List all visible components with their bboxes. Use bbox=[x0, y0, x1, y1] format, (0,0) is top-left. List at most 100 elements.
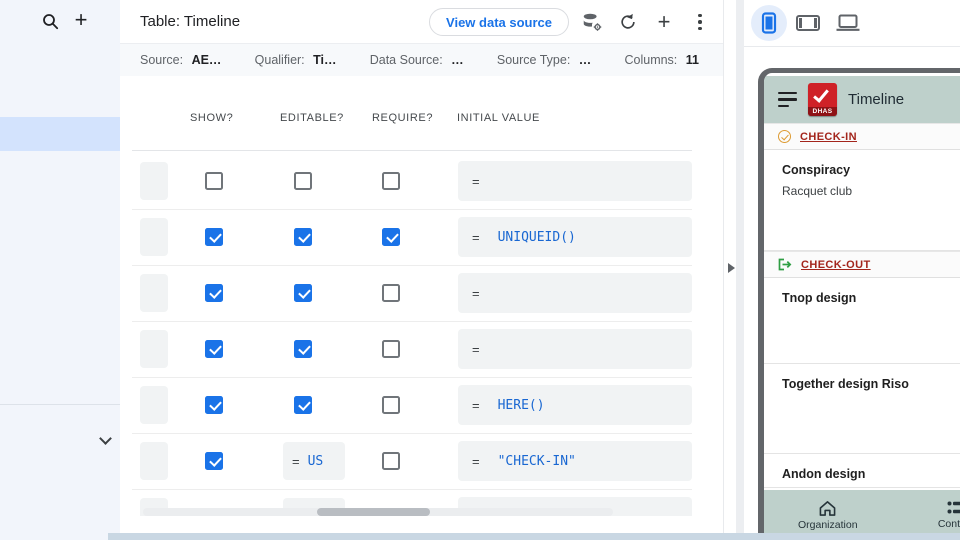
editable-formula-field[interactable]: = US bbox=[283, 442, 345, 480]
list-item-title: Conspiracy bbox=[782, 163, 851, 177]
table-row: = US = "CHECK-IN" bbox=[120, 439, 723, 483]
section-label: CHECK-OUT bbox=[801, 258, 871, 271]
table-row: = UNIQUEID() bbox=[120, 215, 723, 259]
toolbar: View data source + bbox=[429, 0, 713, 44]
logo-text: DHAS bbox=[808, 107, 837, 116]
row-drag-handle[interactable] bbox=[140, 162, 168, 200]
scrollbar-thumb[interactable] bbox=[317, 508, 430, 516]
column-header-editable: EDITABLE? bbox=[280, 112, 344, 124]
list-item-title: Together design Riso bbox=[782, 377, 909, 391]
show-checkbox[interactable] bbox=[205, 396, 223, 414]
require-checkbox[interactable] bbox=[382, 284, 400, 302]
column-header-initialvalue: INITIAL VALUE bbox=[457, 112, 540, 124]
initial-value-field[interactable]: = bbox=[458, 273, 692, 313]
nav-item-contact[interactable]: Contact bbox=[938, 500, 960, 530]
row-divider bbox=[132, 209, 692, 210]
list-item-title: Tnop design bbox=[782, 291, 857, 305]
show-checkbox[interactable] bbox=[205, 172, 223, 190]
editable-checkbox[interactable] bbox=[294, 396, 312, 414]
list-item[interactable]: Andon design bbox=[764, 454, 960, 488]
initial-value-field[interactable]: = "CHECK-IN" bbox=[458, 441, 692, 481]
more-options-icon[interactable] bbox=[687, 9, 713, 35]
row-divider bbox=[132, 265, 692, 266]
row-drag-handle[interactable] bbox=[140, 386, 168, 424]
source-info-item: Qualifier: Ti… bbox=[254, 53, 337, 67]
list-item[interactable]: Tnop design bbox=[764, 278, 960, 364]
require-checkbox[interactable] bbox=[382, 340, 400, 358]
section-header-check-in[interactable]: CHECK-IN bbox=[764, 123, 960, 150]
row-drag-handle[interactable] bbox=[140, 274, 168, 312]
appsheet-editor: + Table: Timeline View data source + Sou… bbox=[0, 0, 960, 540]
device-toggle-bar bbox=[744, 0, 960, 47]
nav-item-label: Contact bbox=[937, 518, 960, 530]
source-info-item: Source: AE… bbox=[140, 53, 222, 67]
equals-sign: = bbox=[472, 453, 480, 469]
column-header-show: SHOW? bbox=[190, 112, 234, 124]
data-source-settings-icon[interactable] bbox=[579, 9, 605, 35]
table-editor-panel: Table: Timeline View data source + Sourc… bbox=[120, 0, 724, 540]
row-divider bbox=[132, 321, 692, 322]
table-row: = bbox=[120, 327, 723, 371]
row-divider bbox=[132, 489, 692, 490]
add-icon[interactable]: + bbox=[651, 9, 677, 35]
equals-sign: = bbox=[292, 453, 300, 469]
tablet-preview-button[interactable] bbox=[790, 5, 826, 41]
editable-checkbox[interactable] bbox=[294, 228, 312, 246]
app-title: Timeline bbox=[848, 91, 905, 108]
equals-sign: = bbox=[472, 173, 480, 189]
view-data-source-button[interactable]: View data source bbox=[429, 8, 569, 36]
source-info-item: Data Source: … bbox=[369, 53, 464, 67]
initial-value-field[interactable]: = HERE() bbox=[458, 385, 692, 425]
page-title: Table: Timeline bbox=[140, 13, 241, 30]
equals-sign: = bbox=[472, 397, 480, 413]
require-checkbox[interactable] bbox=[382, 172, 400, 190]
menu-icon[interactable] bbox=[778, 91, 797, 108]
app-logo: DHAS bbox=[808, 83, 837, 116]
initial-value-field[interactable]: = UNIQUEID() bbox=[458, 217, 692, 257]
editable-checkbox[interactable] bbox=[294, 340, 312, 358]
column-header-require: REQUIRE? bbox=[372, 112, 434, 124]
bottom-strip bbox=[108, 533, 960, 540]
home-icon bbox=[818, 500, 837, 517]
row-drag-handle[interactable] bbox=[140, 442, 168, 480]
editable-checkbox[interactable] bbox=[294, 172, 312, 190]
show-checkbox[interactable] bbox=[205, 284, 223, 302]
section-header-check-out[interactable]: CHECK-OUT bbox=[764, 251, 960, 278]
editable-formula-text: US bbox=[307, 453, 324, 469]
laptop-preview-button[interactable] bbox=[830, 5, 866, 41]
show-checkbox[interactable] bbox=[205, 340, 223, 358]
require-checkbox[interactable] bbox=[382, 452, 400, 470]
show-checkbox[interactable] bbox=[205, 452, 223, 470]
initial-value-formula: HERE() bbox=[497, 397, 545, 413]
initial-value-field[interactable]: = bbox=[458, 329, 692, 369]
row-drag-handle[interactable] bbox=[140, 218, 168, 256]
horizontal-scrollbar[interactable] bbox=[143, 508, 613, 516]
plus-icon[interactable]: + bbox=[69, 7, 93, 32]
row-drag-handle[interactable] bbox=[140, 330, 168, 368]
row-divider bbox=[132, 433, 692, 434]
search-icon[interactable] bbox=[38, 9, 62, 33]
require-checkbox[interactable] bbox=[382, 228, 400, 246]
show-checkbox[interactable] bbox=[205, 228, 223, 246]
nav-item-label: Organization bbox=[798, 518, 858, 531]
list-item[interactable]: Together design Riso bbox=[764, 364, 960, 454]
phone-preview-frame: DHAS Timeline CHECK-IN Conspiracy Racquet … bbox=[758, 68, 960, 540]
app-list: CHECK-IN Conspiracy Racquet club CHECK-OUT T… bbox=[764, 123, 960, 490]
refresh-icon[interactable] bbox=[615, 9, 641, 35]
panel-divider[interactable] bbox=[736, 0, 744, 540]
table-row: = bbox=[120, 159, 723, 203]
equals-sign: = bbox=[472, 229, 480, 245]
logo-check-icon bbox=[813, 86, 829, 103]
editable-checkbox[interactable] bbox=[294, 284, 312, 302]
nav-item-organization[interactable]: Organization bbox=[798, 500, 858, 531]
sidebar-selected-item[interactable] bbox=[0, 117, 120, 151]
phone-preview-button[interactable] bbox=[751, 5, 787, 41]
list-item-title: Andon design bbox=[782, 467, 866, 481]
list-item[interactable]: Conspiracy Racquet club bbox=[764, 150, 960, 251]
app-header: DHAS Timeline bbox=[764, 76, 960, 123]
chevron-down-icon[interactable] bbox=[93, 428, 117, 452]
initial-value-field[interactable]: = bbox=[458, 161, 692, 201]
initial-value-formula: "CHECK-IN" bbox=[497, 453, 576, 469]
require-checkbox[interactable] bbox=[382, 396, 400, 414]
panel-expand-arrow[interactable] bbox=[728, 263, 735, 273]
